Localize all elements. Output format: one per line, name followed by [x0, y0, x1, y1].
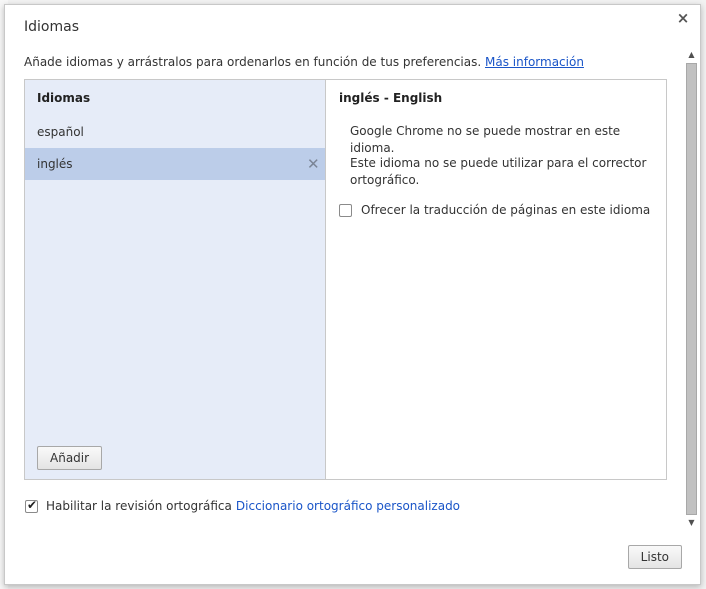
display-language-message: Google Chrome no se puede mostrar en est…	[350, 124, 621, 155]
done-button[interactable]: Listo	[627, 545, 682, 569]
language-item-ingles[interactable]: inglés ✕	[25, 148, 325, 180]
language-item-label: español	[37, 125, 84, 139]
spellcheck-label-group: Habilitar la revisión ortográfica Diccion…	[46, 499, 460, 513]
spellcheck-label[interactable]: Habilitar la revisión ortográfica	[46, 499, 232, 513]
language-detail-title: inglés - English	[339, 91, 443, 105]
intro-text: Añade idiomas y arrástralos para ordenar…	[24, 55, 584, 69]
languages-dialog: Idiomas × Añade idiomas y arrástralos pa…	[4, 4, 701, 585]
spellcheck-unavailable-message: Este idioma no se puede utilizar para el…	[350, 156, 647, 187]
spellcheck-checkbox[interactable]: ✔	[25, 498, 38, 513]
language-list-pane: Idiomas español inglés ✕ Añadir	[25, 80, 326, 479]
language-list: español inglés ✕	[25, 116, 325, 180]
remove-language-icon[interactable]: ✕	[307, 148, 320, 180]
language-item-label: inglés	[37, 157, 73, 171]
language-list-header: Idiomas	[37, 91, 91, 105]
scroll-up-icon[interactable]: ▲	[685, 49, 698, 61]
language-item-espanol[interactable]: español	[25, 116, 325, 148]
dialog-scrollbar[interactable]: ▲ ▼	[685, 49, 698, 529]
intro-description: Añade idiomas y arrástralos para ordenar…	[24, 55, 482, 69]
scroll-thumb[interactable]	[686, 63, 697, 515]
dialog-title: Idiomas	[24, 19, 79, 35]
offer-translate-label[interactable]: Ofrecer la traducción de páginas en este…	[361, 203, 650, 217]
scroll-down-icon[interactable]: ▼	[685, 517, 698, 529]
offer-translate-checkbox[interactable]	[339, 204, 352, 217]
add-language-button[interactable]: Añadir	[37, 446, 103, 470]
custom-dictionary-link[interactable]: Diccionario ortográfico personalizado	[236, 499, 460, 513]
checkmark-icon: ✔	[27, 498, 38, 512]
language-detail-pane: inglés - English Google Chrome no se pue…	[327, 80, 666, 479]
close-icon[interactable]: ×	[676, 11, 690, 26]
languages-panel: Idiomas español inglés ✕ Añadir inglés -…	[24, 79, 667, 480]
more-info-link[interactable]: Más información	[485, 55, 584, 69]
